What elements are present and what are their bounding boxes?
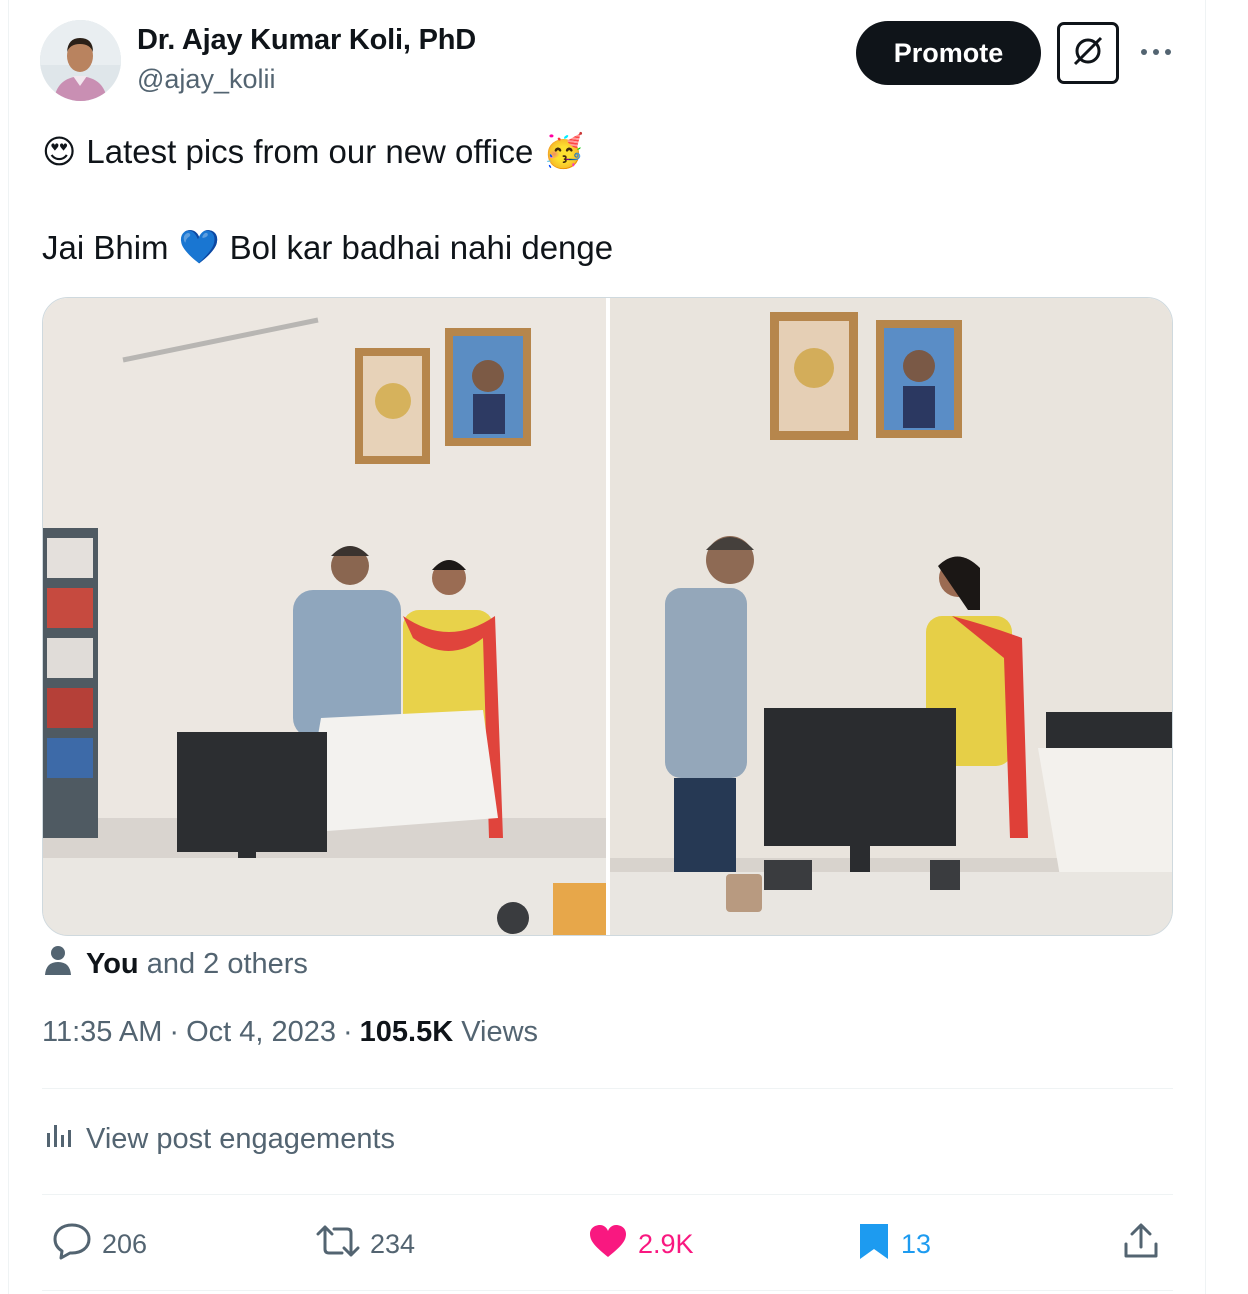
heart-filled-icon <box>588 1223 628 1266</box>
office-photo-2[interactable] <box>610 298 1172 935</box>
bookmark-filled-icon <box>857 1221 891 1268</box>
repost-icon <box>316 1223 360 1266</box>
post-media-grid <box>42 297 1173 936</box>
meta-separator: · <box>343 1016 353 1048</box>
analytics-icon <box>44 1121 72 1157</box>
office-photo-1[interactable] <box>43 298 606 935</box>
post-time[interactable]: 11:35 AM <box>42 1016 162 1049</box>
more-button[interactable] <box>1136 34 1176 70</box>
views-label: Views <box>461 1016 539 1048</box>
post-text-line-2: Jai Bhim 💙 Bol kar badhai nahi denge <box>42 228 613 267</box>
share-button[interactable] <box>1122 1220 1160 1268</box>
post-meta: 11:35 AM · Oct 4, 2023 · 105.5K Views <box>42 1016 538 1049</box>
post-date[interactable]: Oct 4, 2023 <box>186 1016 336 1049</box>
timeline-border-left <box>8 0 9 1294</box>
bookmark-count: 13 <box>901 1228 932 1259</box>
reply-icon <box>52 1222 92 1267</box>
post-text-line-1: 😍 Latest pics from our new office 🥳 <box>42 132 584 171</box>
slashed-circle-icon <box>1071 34 1105 73</box>
post-text: Jai Bhim <box>42 228 169 266</box>
liked-by-row[interactable]: You and 2 others <box>44 944 308 984</box>
blue-heart-emoji: 💙 <box>178 228 220 265</box>
meta-separator: · <box>169 1016 180 1048</box>
reply-count: 206 <box>102 1228 148 1259</box>
author-avatar[interactable] <box>40 20 121 101</box>
party-face-emoji: 🥳 <box>543 132 585 169</box>
more-dots-icon <box>1140 43 1172 61</box>
slashed-circle-button[interactable] <box>1057 22 1119 84</box>
divider <box>42 1088 1173 1089</box>
share-icon <box>1122 1222 1160 1267</box>
repost-button[interactable]: 234 <box>316 1220 415 1268</box>
post-text: Bol kar badhai nahi denge <box>229 228 614 266</box>
like-button[interactable]: 2.9K <box>588 1220 694 1268</box>
author-handle[interactable]: @ajay_kolii <box>137 64 275 95</box>
like-count: 2.9K <box>638 1228 694 1259</box>
promote-button[interactable]: Promote <box>856 21 1041 85</box>
person-icon <box>44 945 72 983</box>
divider <box>42 1290 1173 1291</box>
view-engagements-label: View post engagements <box>86 1122 396 1155</box>
post-text: Latest pics from our new office <box>86 132 534 170</box>
views-count: 105.5K <box>359 1016 454 1048</box>
liked-by-others: and 2 others <box>146 947 308 980</box>
timeline-border-right <box>1205 0 1206 1294</box>
author-name[interactable]: Dr. Ajay Kumar Koli, PhD <box>137 24 476 57</box>
liked-by-you: You <box>86 947 139 980</box>
repost-count: 234 <box>370 1228 416 1259</box>
bookmark-button[interactable]: 13 <box>857 1220 931 1268</box>
heart-eyes-emoji: 😍 <box>42 133 77 170</box>
view-engagements-link[interactable]: View post engagements <box>44 1121 395 1157</box>
divider <box>42 1194 1173 1195</box>
reply-button[interactable]: 206 <box>52 1220 147 1268</box>
